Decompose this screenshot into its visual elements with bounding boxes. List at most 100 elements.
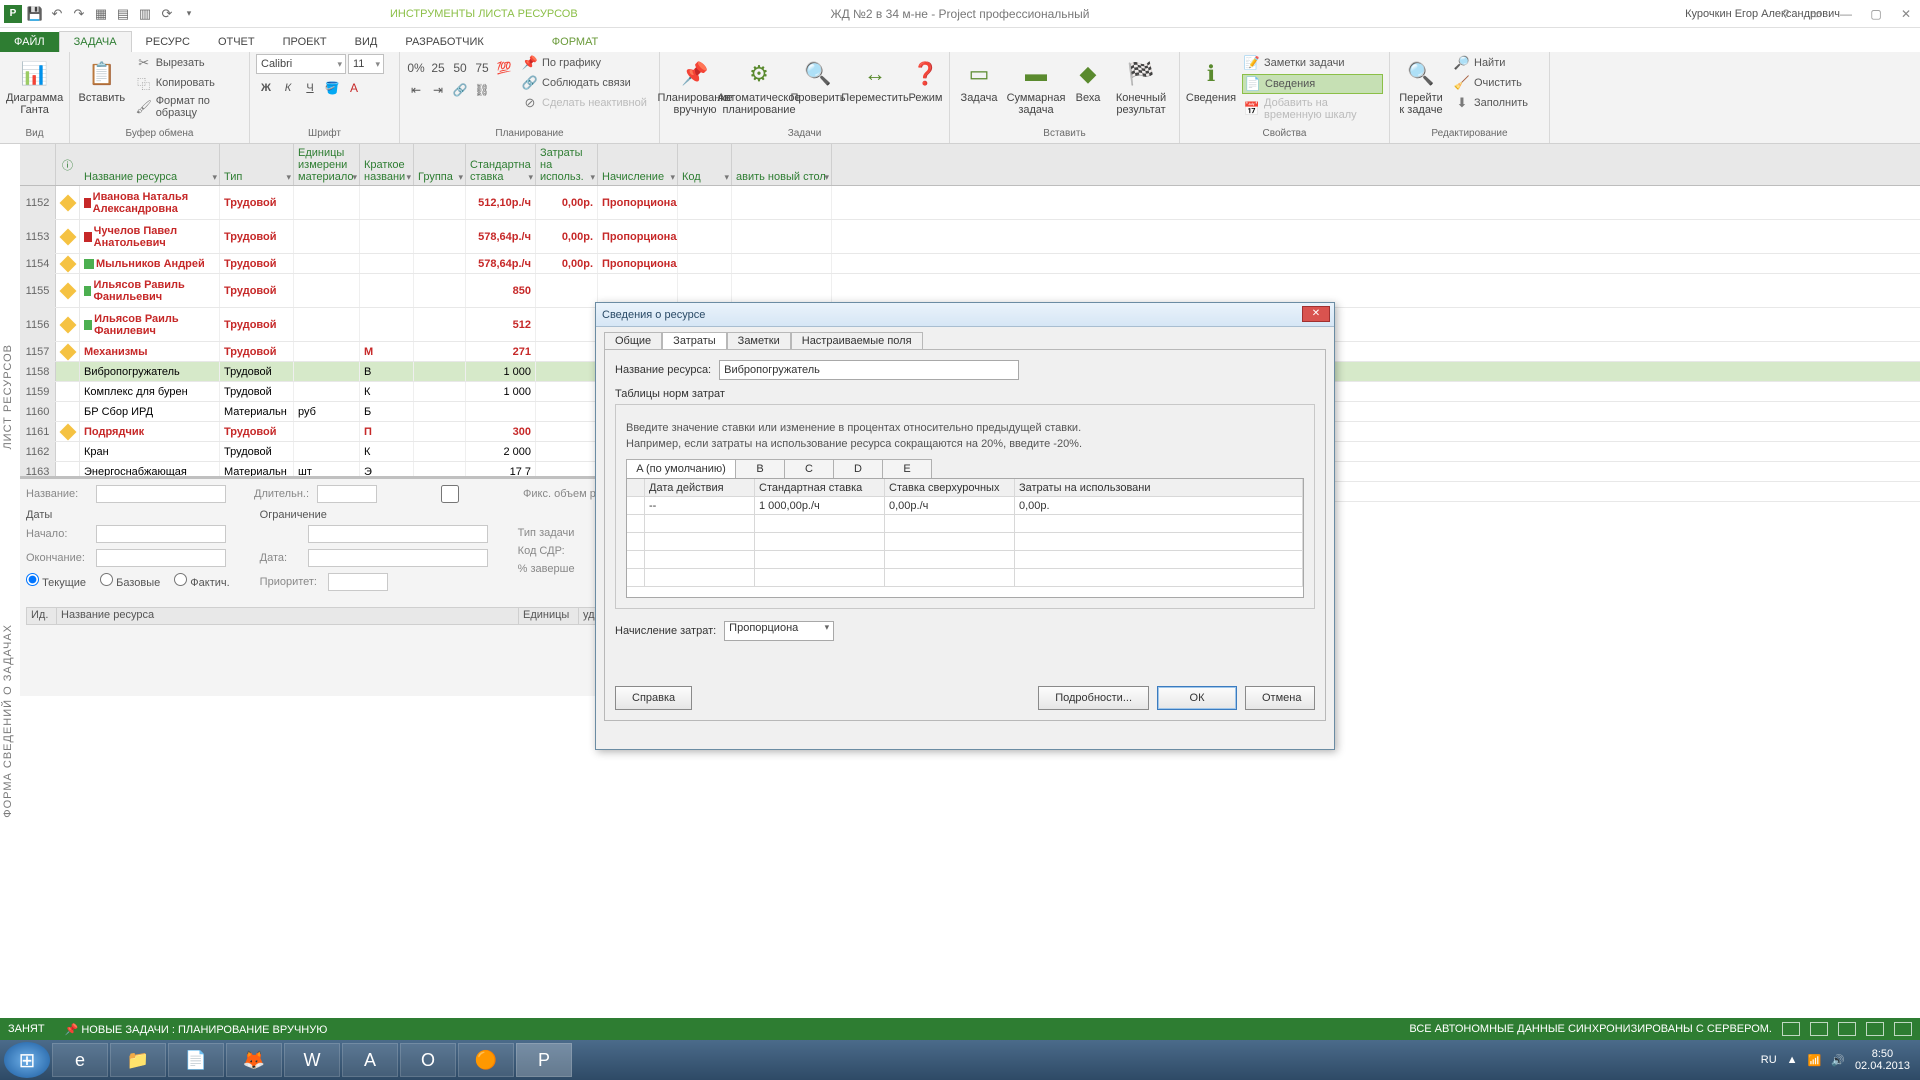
dlg-accrual-combo[interactable]: Пропорциона (724, 621, 834, 641)
gantt-chart-button[interactable]: 📊Диаграмма Ганта (6, 54, 63, 116)
dlg-tab-costs[interactable]: Затраты (662, 332, 727, 350)
dialog-close-button[interactable]: ✕ (1302, 306, 1330, 322)
view-icon-2[interactable] (1810, 1022, 1828, 1036)
fill-button[interactable]: ⬇Заполнить (1452, 94, 1530, 112)
task-button[interactable]: ▭Задача (956, 54, 1002, 104)
form-constraint-date-input[interactable] (308, 549, 488, 567)
redo-icon[interactable]: ↷ (70, 5, 88, 23)
help-icon[interactable]: ? (1776, 7, 1796, 21)
tab-format[interactable]: ФОРМАТ (538, 32, 613, 52)
dlg-tab-general[interactable]: Общие (604, 332, 662, 350)
info-button[interactable]: ℹСведения (1186, 54, 1236, 104)
col-group[interactable]: Группа▾ (414, 144, 466, 185)
link-icon[interactable]: 🔗 (450, 80, 470, 100)
auto-schedule-button[interactable]: ⚙Автоматическое планирование (730, 54, 788, 116)
qat-icon-2[interactable]: ▤ (114, 5, 132, 23)
manual-schedule-button[interactable]: 📌Планирование вручную (666, 54, 724, 116)
rate-tab-c[interactable]: C (784, 459, 834, 479)
timeline-button[interactable]: 📅Добавить на временную шкалу (1242, 96, 1383, 122)
bold-button[interactable]: Ж (256, 78, 276, 98)
tab-project[interactable]: ПРОЕКТ (269, 32, 341, 52)
taskbar-acrobat[interactable]: A (342, 1043, 398, 1077)
table-row[interactable]: 1153Чучелов Павел АнатольевичТрудовой578… (20, 220, 1920, 254)
pct50-icon[interactable]: 50 (450, 58, 470, 78)
col-cost[interactable]: Затраты на использ.▾ (536, 144, 598, 185)
rate-tab-d[interactable]: D (833, 459, 883, 479)
dlg-resource-name-input[interactable] (719, 360, 1019, 380)
col-rate[interactable]: Стандартна ставка▾ (466, 144, 536, 185)
qat-refresh-icon[interactable]: ⟳ (158, 5, 176, 23)
tray-lang[interactable]: RU (1761, 1054, 1777, 1066)
taskbar-app1[interactable]: 📄 (168, 1043, 224, 1077)
milestone-button[interactable]: ◆Веха (1070, 54, 1106, 104)
view-icon-4[interactable] (1866, 1022, 1884, 1036)
tray-sound-icon[interactable]: 🔊 (1831, 1054, 1845, 1067)
col-type[interactable]: Тип▾ (220, 144, 294, 185)
rate-tab-b[interactable]: B (735, 459, 785, 479)
bgcolor-button[interactable]: 🪣 (322, 78, 342, 98)
taskbar-firefox[interactable]: 🦊 (226, 1043, 282, 1077)
tray-network-icon[interactable]: 📶 (1808, 1054, 1822, 1067)
col-unit[interactable]: Единицы измерени материало▾ (294, 144, 360, 185)
ribbon-collapse-icon[interactable]: ▭ (1806, 7, 1826, 21)
mode-button[interactable]: ❓Режим (908, 54, 943, 104)
radio-baseline[interactable]: Базовые (100, 573, 160, 589)
taskbar-ie[interactable]: e (52, 1043, 108, 1077)
radio-actual[interactable]: Фактич. (174, 573, 229, 589)
form-priority-input[interactable] (328, 573, 388, 591)
on-schedule-button[interactable]: 📌По графику (520, 54, 649, 72)
table-row[interactable]: 1154Мыльников АндрейТрудовой578,64р./ч0,… (20, 254, 1920, 274)
radio-current[interactable]: Текущие (26, 573, 86, 589)
indent-icon[interactable]: ⇥ (428, 80, 448, 100)
tab-resource[interactable]: РЕСУРС (132, 32, 204, 52)
minimize-icon[interactable]: — (1836, 7, 1856, 21)
cut-button[interactable]: ✂Вырезать (134, 54, 243, 72)
move-button[interactable]: ↔Переместить (848, 54, 902, 104)
tab-developer[interactable]: РАЗРАБОТЧИК (391, 32, 497, 52)
taskbar-outlook[interactable]: O (400, 1043, 456, 1077)
view-icon-5[interactable] (1894, 1022, 1912, 1036)
table-row[interactable]: 1152Иванова Наталья АлександровнаТрудово… (20, 186, 1920, 220)
fixed-work-checkbox[interactable] (385, 485, 515, 503)
save-icon[interactable]: 💾 (26, 5, 44, 23)
tab-file[interactable]: ФАЙЛ (0, 32, 59, 52)
start-button[interactable]: ⊞ (4, 1042, 50, 1078)
taskbar-app2[interactable]: 🟠 (458, 1043, 514, 1077)
qat-icon-1[interactable]: ▦ (92, 5, 110, 23)
taskbar-word[interactable]: W (284, 1043, 340, 1077)
outdent-icon[interactable]: ⇤ (406, 80, 426, 100)
pct75-icon[interactable]: 75 (472, 58, 492, 78)
dlg-help-button[interactable]: Справка (615, 686, 692, 710)
undo-icon[interactable]: ↶ (48, 5, 66, 23)
view-icon-3[interactable] (1838, 1022, 1856, 1036)
find-button[interactable]: 🔎Найти (1452, 54, 1530, 72)
qat-dropdown-icon[interactable]: ▾ (180, 5, 198, 23)
font-size-combo[interactable]: 11 (348, 54, 384, 74)
taskbar-explorer[interactable]: 📁 (110, 1043, 166, 1077)
col-accrual[interactable]: Начисление▾ (598, 144, 678, 185)
notes-button[interactable]: 📝Заметки задачи (1242, 54, 1383, 72)
fontcolor-button[interactable]: A (344, 78, 364, 98)
clear-button[interactable]: 🧹Очистить (1452, 74, 1530, 92)
font-name-combo[interactable]: Calibri (256, 54, 346, 74)
pct100-icon[interactable]: 💯 (494, 58, 514, 78)
details-button[interactable]: 📄Сведения (1242, 74, 1383, 94)
inactivate-button[interactable]: ⊘Сделать неактивной (520, 94, 649, 112)
dlg-tab-custom[interactable]: Настраиваемые поля (791, 332, 923, 350)
form-finish-input[interactable] (96, 549, 226, 567)
respect-links-button[interactable]: 🔗Соблюдать связи (520, 74, 649, 92)
deliverable-button[interactable]: 🏁Конечный результат (1112, 54, 1170, 116)
qat-icon-3[interactable]: ▥ (136, 5, 154, 23)
form-start-input[interactable] (96, 525, 226, 543)
pct0-icon[interactable]: 0% (406, 58, 426, 78)
pct25-icon[interactable]: 25 (428, 58, 448, 78)
dlg-details-button[interactable]: Подробности... (1038, 686, 1149, 710)
close-icon[interactable]: ✕ (1896, 7, 1916, 21)
tab-report[interactable]: ОТЧЕТ (204, 32, 269, 52)
view-icon-1[interactable] (1782, 1022, 1800, 1036)
rate-tab-e[interactable]: E (882, 459, 932, 479)
form-name-input[interactable] (96, 485, 226, 503)
maximize-icon[interactable]: ▢ (1866, 7, 1886, 21)
tab-view[interactable]: ВИД (341, 32, 392, 52)
form-constraint-input[interactable] (308, 525, 488, 543)
